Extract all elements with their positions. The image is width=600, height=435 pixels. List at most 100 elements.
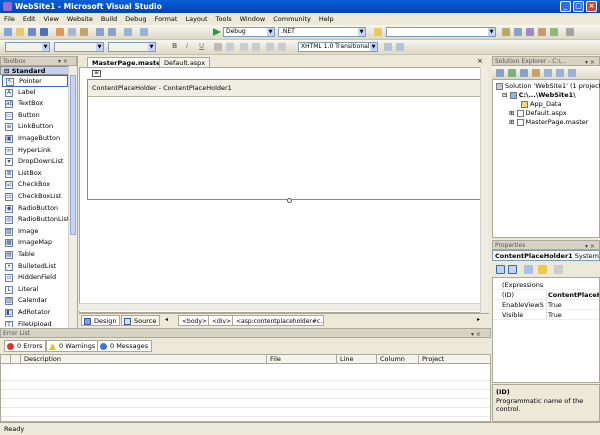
menu-layout[interactable]: Layout bbox=[181, 13, 211, 25]
toolbox-item-listbox[interactable]: ≣ ListBox bbox=[2, 168, 68, 180]
pin-icon[interactable]: ▾ × bbox=[585, 242, 595, 249]
toolbox-item-checkbox[interactable]: ☑ CheckBox bbox=[2, 179, 68, 191]
property-row[interactable]: EnableViewStaTrue bbox=[493, 300, 599, 310]
menu-build[interactable]: Build bbox=[97, 13, 121, 25]
property-value[interactable]: True bbox=[546, 310, 599, 320]
property-pages-icon[interactable] bbox=[554, 265, 563, 274]
backcolor-icon[interactable] bbox=[226, 43, 234, 51]
toolbox-item-imagebutton[interactable]: ▣ ImageButton bbox=[2, 133, 68, 145]
scroll-thumb[interactable] bbox=[70, 75, 76, 235]
toolbox-item-radiobutton[interactable]: ◉ RadioButton bbox=[2, 203, 68, 215]
view-designer-icon[interactable] bbox=[556, 69, 564, 77]
solution-explorer-icon[interactable] bbox=[502, 28, 510, 36]
column-header-file[interactable]: File bbox=[267, 355, 337, 364]
tree-node-website[interactable]: ⊟ C:\...\WebSite1\ bbox=[502, 91, 576, 100]
tree-node-solution[interactable]: Solution 'WebSite1' (1 project) bbox=[496, 82, 600, 91]
properties-icon[interactable] bbox=[496, 69, 504, 77]
breadcrumb-next-icon[interactable]: ▸ bbox=[477, 316, 480, 323]
toolbox-item-dropdownlist[interactable]: ▾ DropDownList bbox=[2, 156, 68, 168]
hyperlink-icon[interactable] bbox=[266, 43, 274, 51]
open-icon[interactable] bbox=[16, 28, 24, 36]
document-vertical-scrollbar[interactable] bbox=[480, 67, 488, 313]
tab-default-aspx[interactable]: Default.aspx bbox=[159, 57, 211, 67]
web-config-icon[interactable] bbox=[568, 69, 576, 77]
column-header-line[interactable]: Line bbox=[337, 355, 377, 364]
menu-edit[interactable]: Edit bbox=[19, 13, 40, 25]
menu-tools[interactable]: Tools bbox=[212, 13, 236, 25]
refresh-icon[interactable] bbox=[508, 69, 516, 77]
properties-view-icon[interactable] bbox=[524, 265, 533, 274]
pin-icon[interactable]: ▾ × bbox=[58, 57, 68, 66]
new-project-icon[interactable] bbox=[4, 28, 12, 36]
toolbox-item-button[interactable]: ▭ Button bbox=[2, 110, 68, 122]
object-browser-icon[interactable] bbox=[526, 28, 534, 36]
close-button[interactable]: × bbox=[586, 1, 597, 12]
property-row[interactable]: Visible True bbox=[493, 310, 599, 320]
toolbox-section-standard[interactable]: ⊟ Standard bbox=[0, 66, 70, 75]
doctype-select[interactable]: XHTML 1.0 Transitional (▼ bbox=[298, 42, 378, 52]
validate-icon[interactable] bbox=[396, 43, 404, 51]
warnings-filter-button[interactable]: 0 Warnings bbox=[46, 340, 100, 352]
configuration-select[interactable]: Debug ▼ bbox=[223, 27, 275, 37]
pin-icon[interactable]: ▾ × bbox=[471, 330, 481, 337]
menu-format[interactable]: Format bbox=[151, 13, 182, 25]
expand-icon[interactable]: ⊞ bbox=[509, 109, 514, 117]
start-page-icon[interactable] bbox=[550, 28, 558, 36]
toolbox-item-hiddenfield[interactable]: ▫ HiddenField bbox=[2, 272, 68, 284]
forecolor-icon[interactable] bbox=[214, 43, 222, 51]
property-value[interactable]: ContentPlaceHo bbox=[546, 290, 599, 300]
content-placeholder[interactable] bbox=[87, 79, 482, 200]
design-view-button[interactable]: Design bbox=[81, 315, 121, 326]
toolbox-scrollbar[interactable] bbox=[68, 66, 77, 328]
properties-icon[interactable] bbox=[514, 28, 522, 36]
indent-icon[interactable] bbox=[278, 43, 286, 51]
list-icon[interactable] bbox=[252, 43, 260, 51]
column-header-project[interactable]: Project bbox=[419, 355, 490, 364]
view-code-icon[interactable] bbox=[544, 69, 552, 77]
options-icon[interactable] bbox=[566, 28, 574, 36]
toolbox-item-literal[interactable]: L Literal bbox=[2, 284, 68, 296]
toolbox-icon[interactable] bbox=[538, 28, 546, 36]
alphabetical-icon[interactable] bbox=[508, 265, 517, 274]
resize-handle[interactable] bbox=[287, 198, 292, 203]
size-select[interactable]: ▼ bbox=[108, 42, 156, 52]
minimize-button[interactable]: _ bbox=[560, 1, 571, 12]
save-icon[interactable] bbox=[28, 28, 36, 36]
platform-select[interactable]: .NET ▼ bbox=[278, 27, 366, 37]
messages-filter-button[interactable]: 0 Messages bbox=[97, 340, 153, 352]
menu-window[interactable]: Window bbox=[236, 13, 270, 25]
properties-object-select[interactable]: ContentPlaceHolder1 System. bbox=[492, 250, 600, 261]
style-select[interactable]: ▼ bbox=[5, 42, 50, 52]
paste-icon[interactable] bbox=[80, 28, 88, 36]
align-icon[interactable] bbox=[240, 43, 248, 51]
tree-node-app-data[interactable]: App_Data bbox=[521, 100, 561, 109]
menu-help[interactable]: Help bbox=[315, 13, 338, 25]
menu-website[interactable]: Website bbox=[63, 13, 97, 25]
close-document-icon[interactable]: × bbox=[477, 57, 483, 65]
menu-community[interactable]: Community bbox=[269, 13, 315, 25]
find-icon[interactable] bbox=[140, 28, 148, 36]
column-header-description[interactable]: Description bbox=[21, 355, 267, 364]
check-accessibility-icon[interactable] bbox=[384, 43, 392, 51]
menu-file[interactable]: File bbox=[0, 13, 19, 25]
start-debugging-icon[interactable] bbox=[213, 28, 221, 36]
toolbox-item-radiobuttonlist[interactable]: ◎ RadioButtonList bbox=[2, 214, 68, 226]
categorized-icon[interactable] bbox=[496, 265, 505, 274]
breadcrumb-body[interactable]: <body> bbox=[178, 315, 211, 326]
column-header-column[interactable]: Column bbox=[377, 355, 419, 364]
italic-button[interactable]: I bbox=[186, 42, 188, 50]
breadcrumb-nav-icon[interactable]: ◂ bbox=[165, 316, 168, 323]
toolbox-item-image[interactable]: ▨ Image bbox=[2, 226, 68, 238]
font-select[interactable]: ▼ bbox=[54, 42, 104, 52]
tab-masterpage[interactable]: MasterPage.master bbox=[87, 57, 169, 67]
column-header-blank[interactable] bbox=[1, 355, 11, 364]
breadcrumb-contentplaceholder[interactable]: <asp:contentplaceholder#c... bbox=[232, 315, 324, 326]
source-view-button[interactable]: Source bbox=[121, 315, 161, 326]
document-horizontal-scrollbar[interactable] bbox=[79, 303, 480, 311]
nest-related-icon[interactable] bbox=[520, 69, 528, 77]
tree-node-default-aspx[interactable]: ⊞ Default.aspx bbox=[509, 109, 567, 118]
property-row[interactable]: (Expressions) bbox=[493, 280, 599, 290]
maximize-button[interactable]: □ bbox=[573, 1, 584, 12]
toolbox-item-bulletedlist[interactable]: • BulletedList bbox=[2, 261, 68, 273]
property-row[interactable]: (ID) ContentPlaceHo bbox=[493, 290, 599, 300]
